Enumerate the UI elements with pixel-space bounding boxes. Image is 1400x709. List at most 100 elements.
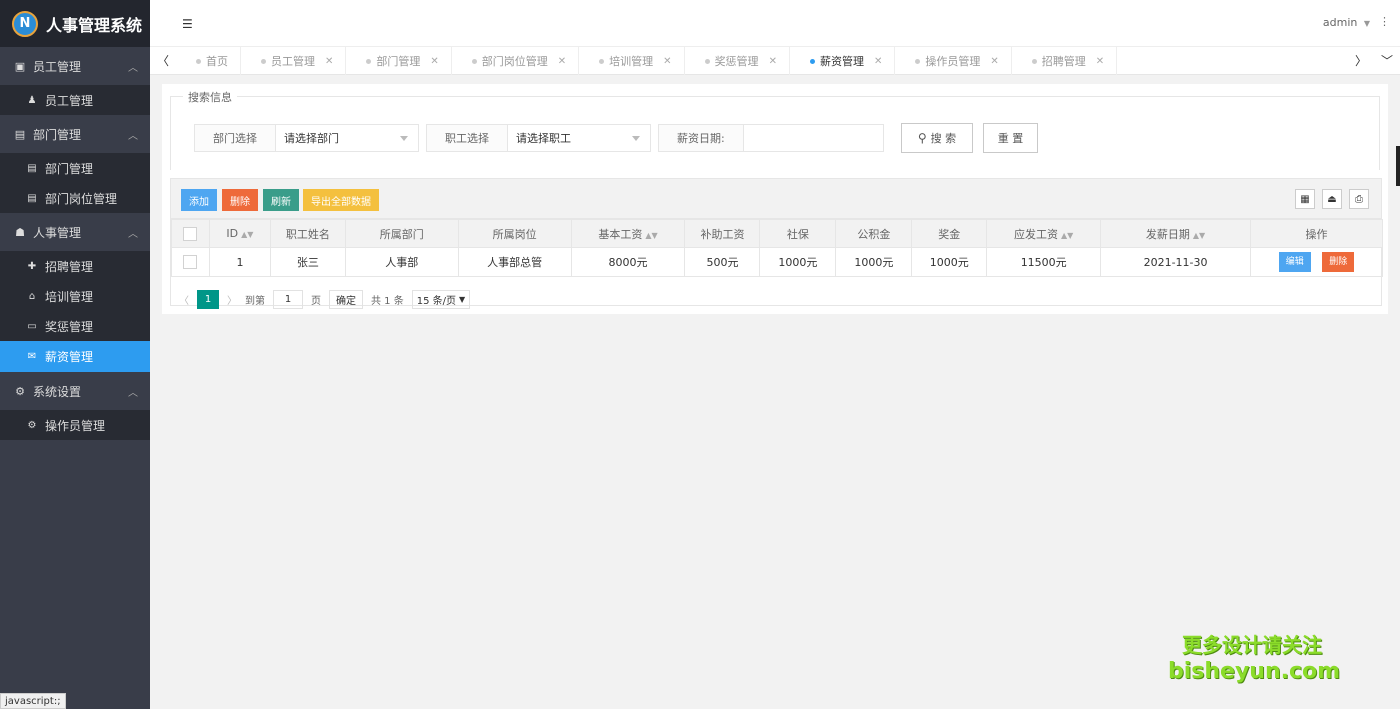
sidebar-item-label: 招聘管理 — [45, 259, 94, 274]
sidebar-item-rewards[interactable]: ▭ 奖惩管理 — [0, 311, 150, 341]
department-select[interactable]: 请选择部门 — [276, 125, 418, 151]
dropdown-arrow-icon — [400, 136, 408, 141]
more-vertical-icon[interactable]: ⋮ — [1379, 15, 1390, 28]
tab-dot-icon — [1031, 58, 1037, 64]
table-panel: 添加 删除 刷新 导出全部数据 ▦ ⏏ ⎙ ID ▲▼ 职工姓名 所属部门 所属岗… — [162, 170, 1388, 314]
sidebar-item-salary[interactable]: ✉ 薪资管理 — [0, 341, 150, 371]
select-all-checkbox[interactable] — [183, 226, 198, 241]
tab-operators[interactable]: 操作员管理 ✕ — [895, 47, 1012, 75]
search-legend: 搜索信息 — [183, 89, 237, 105]
column-header-subsidy: 补助工资 — [684, 219, 761, 248]
sidebar-group-label: 系统设置 — [33, 384, 82, 399]
close-icon[interactable]: ✕ — [430, 56, 438, 67]
user-card-icon: ▣ — [14, 59, 26, 73]
column-header-actions: 操作 — [1250, 219, 1383, 248]
search-panel: 搜索信息 部门选择 请选择部门 职工选择 请选择职工 薪资日期: ⚲ 搜 索 重… — [162, 84, 1388, 180]
delete-row-button[interactable]: 删除 — [1322, 252, 1355, 272]
employee-select[interactable]: 请选择职工 — [508, 125, 650, 151]
prev-page-icon[interactable]: 〈 — [179, 292, 189, 307]
gears-icon: ⚙ — [27, 419, 37, 431]
tab-label: 部门管理 — [376, 55, 421, 68]
columns-filter-icon[interactable]: ▦ — [1295, 189, 1315, 209]
menu-toggle-icon[interactable]: ☰ — [182, 17, 193, 31]
tab-dept-post[interactable]: 部门岗位管理 ✕ — [452, 47, 580, 75]
search-button[interactable]: ⚲ 搜 索 — [901, 123, 973, 153]
select-all-header[interactable] — [171, 219, 210, 248]
user-menu[interactable]: admin ▼ — [1323, 16, 1370, 29]
sidebar-group-personnel[interactable]: ☗ 人事管理 ︿ — [0, 213, 150, 251]
delete-button[interactable]: 删除 — [222, 189, 258, 211]
row-select-cell[interactable] — [171, 247, 210, 277]
export-all-button[interactable]: 导出全部数据 — [303, 189, 379, 211]
column-header-post: 所属岗位 — [457, 219, 572, 248]
sidebar-item-recruit[interactable]: ✚ 招聘管理 — [0, 251, 150, 281]
tab-scroll-left-icon[interactable]: 〈 — [150, 52, 176, 69]
tab-department[interactable]: 部门管理 ✕ — [346, 47, 452, 75]
column-header-id[interactable]: ID ▲▼ — [208, 219, 271, 248]
column-label: 应发工资 — [1014, 227, 1059, 241]
sidebar-group-department[interactable]: ▤ 部门管理 ︿ — [0, 115, 150, 153]
tab-rewards[interactable]: 奖惩管理 ✕ — [685, 47, 790, 75]
sidebar-item-label: 培训管理 — [45, 289, 94, 304]
salary-date-group: 薪资日期: — [658, 124, 884, 152]
current-page[interactable]: 1 — [197, 289, 219, 309]
column-header-base-salary[interactable]: 基本工资 ▲▼ — [570, 219, 686, 248]
tab-scroll-right-icon[interactable]: 〉 — [1348, 52, 1374, 69]
cell-fund: 1000元 — [835, 247, 913, 277]
table-toolbar: 添加 删除 刷新 导出全部数据 ▦ ⏏ ⎙ — [171, 179, 1381, 219]
tab-home[interactable]: 首页 — [176, 47, 241, 75]
next-page-icon[interactable]: 〉 — [227, 292, 237, 307]
sort-icon[interactable]: ▲▼ — [645, 231, 657, 240]
close-icon[interactable]: ✕ — [558, 56, 566, 67]
watermark: 更多设计请关注 bisheyun.com — [1168, 632, 1340, 686]
top-header: ☰ admin ▼ ⋮ — [150, 0, 1400, 47]
close-icon[interactable]: ✕ — [874, 56, 882, 67]
sidebar-item-training[interactable]: ⌂ 培训管理 — [0, 281, 150, 311]
chevron-down-icon: ▼ — [459, 294, 466, 304]
page-size-select[interactable]: 15 条/页 ▼ — [411, 289, 471, 309]
sidebar-item-dept-post[interactable]: ▤ 部门岗位管理 — [0, 183, 150, 213]
tab-training[interactable]: 培训管理 ✕ — [579, 47, 685, 75]
column-label: 操作 — [1305, 227, 1328, 241]
tab-dot-icon — [704, 58, 710, 64]
tab-dot-icon — [261, 58, 266, 64]
column-label: 公积金 — [857, 227, 891, 241]
salary-date-input[interactable] — [743, 125, 883, 151]
sort-icon[interactable]: ▲▼ — [241, 230, 253, 239]
sidebar-item-operators[interactable]: ⚙ 操作员管理 — [0, 410, 150, 440]
sidebar-group-employee[interactable]: ▣ 员工管理 ︿ — [0, 47, 150, 85]
data-table-wrapper: 添加 删除 刷新 导出全部数据 ▦ ⏏ ⎙ ID ▲▼ 职工姓名 所属部门 所属岗… — [170, 178, 1383, 309]
column-header-date[interactable]: 发薪日期 ▲▼ — [1100, 219, 1251, 248]
tab-recruit[interactable]: 招聘管理 ✕ — [1012, 47, 1118, 75]
tab-dot-icon — [366, 58, 372, 64]
sidebar-item-label: 部门岗位管理 — [45, 191, 118, 206]
sidebar-group-settings[interactable]: ⚙ 系统设置 ︿ — [0, 372, 150, 410]
export-icon[interactable]: ⏏ — [1322, 189, 1342, 209]
tab-salary[interactable]: 薪资管理 ✕ — [790, 47, 896, 75]
tab-employee[interactable]: 员工管理 ✕ — [241, 47, 347, 75]
sort-icon[interactable]: ▲▼ — [1061, 231, 1073, 240]
refresh-button[interactable]: 刷新 — [263, 189, 299, 211]
close-icon[interactable]: ✕ — [325, 56, 333, 67]
tab-menu-chevron-icon[interactable]: ﹀ — [1374, 52, 1400, 69]
close-icon[interactable]: ✕ — [990, 56, 998, 67]
close-icon[interactable]: ✕ — [663, 56, 671, 67]
sidebar-item-department[interactable]: ▤ 部门管理 — [0, 153, 150, 183]
column-header-total[interactable]: 应发工资 ▲▼ — [986, 219, 1102, 248]
cell-actions: 编辑 删除 — [1250, 247, 1383, 277]
print-icon[interactable]: ⎙ — [1349, 189, 1369, 209]
add-button[interactable]: 添加 — [181, 189, 217, 211]
watermark-line1: 更多设计请关注 — [1182, 633, 1322, 657]
reset-button[interactable]: 重 置 — [983, 123, 1038, 153]
chevron-up-icon: ︿ — [128, 229, 138, 240]
goto-page-input[interactable]: 1 — [273, 289, 303, 309]
goto-confirm-button[interactable]: 确定 — [329, 289, 363, 309]
sort-icon[interactable]: ▲▼ — [1193, 231, 1205, 240]
sidebar-item-employee[interactable]: ♟ 员工管理 — [0, 85, 150, 115]
edit-row-button[interactable]: 编辑 — [1278, 252, 1311, 272]
close-icon[interactable]: ✕ — [1096, 56, 1104, 67]
cell-date: 2021-11-30 — [1100, 247, 1251, 277]
row-checkbox[interactable] — [183, 255, 198, 269]
close-icon[interactable]: ✕ — [769, 56, 777, 67]
column-header-social: 社保 — [759, 219, 837, 248]
